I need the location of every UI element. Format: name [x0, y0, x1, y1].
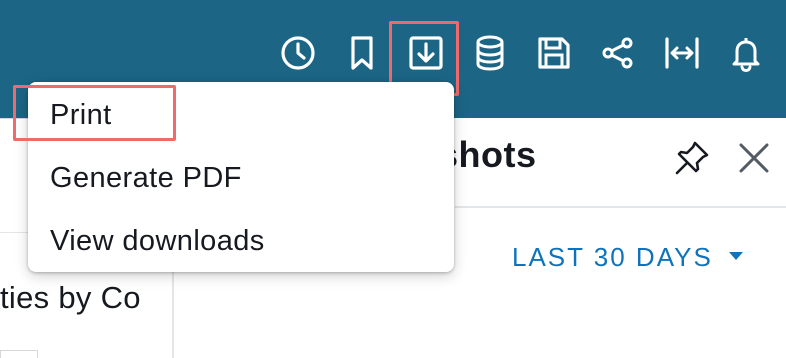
menu-item-print[interactable]: Print [28, 86, 454, 144]
fit-width-icon[interactable] [660, 31, 704, 75]
save-icon[interactable] [532, 31, 576, 75]
database-icon[interactable] [468, 31, 512, 75]
bookmark-icon[interactable] [340, 31, 384, 75]
menu-item-generate-pdf[interactable]: Generate PDF [28, 149, 454, 207]
share-icon[interactable] [596, 31, 640, 75]
close-icon[interactable] [734, 138, 774, 178]
date-range-dropdown[interactable]: LAST 30 DAYS [512, 242, 713, 273]
clock-icon[interactable] [276, 31, 320, 75]
visual-cell [0, 350, 38, 358]
caret-down-icon[interactable] [728, 249, 744, 261]
bell-icon[interactable] [724, 31, 768, 75]
divider [455, 206, 786, 208]
pin-icon[interactable] [670, 136, 714, 180]
menu-item-view-downloads[interactable]: View downloads [28, 212, 454, 270]
visual-title: ties by Co [0, 280, 141, 315]
download-icon[interactable] [404, 31, 448, 75]
download-menu: Print Generate PDF View downloads [28, 82, 454, 272]
